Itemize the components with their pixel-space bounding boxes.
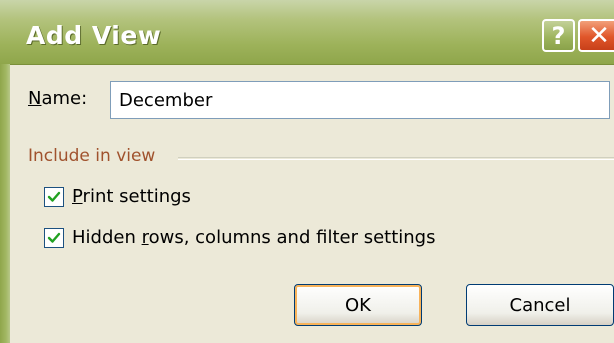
add-view-dialog: Add View ? ✕ Name: Include in view Print… bbox=[0, 0, 614, 343]
hidden-rows-label: Hidden rows, columns and filter settings bbox=[72, 227, 436, 248]
hidden-rows-checkbox[interactable] bbox=[44, 227, 64, 248]
print-settings-checkbox[interactable] bbox=[44, 186, 64, 207]
name-label: Name: bbox=[28, 88, 88, 109]
help-button[interactable]: ? bbox=[542, 19, 575, 52]
name-input[interactable] bbox=[110, 81, 610, 119]
close-button[interactable]: ✕ bbox=[578, 19, 614, 52]
print-settings-option[interactable]: Print settings bbox=[44, 186, 191, 207]
close-icon: ✕ bbox=[588, 20, 610, 51]
help-icon: ? bbox=[551, 21, 566, 50]
cancel-button[interactable]: Cancel bbox=[466, 284, 614, 326]
print-settings-label: Print settings bbox=[72, 186, 191, 207]
include-in-view-label: Include in view bbox=[28, 146, 164, 166]
dialog-title: Add View bbox=[26, 21, 162, 50]
window-border bbox=[0, 64, 10, 343]
title-bar: Add View ? ✕ bbox=[0, 0, 614, 65]
group-divider bbox=[178, 157, 614, 160]
checkmark-icon bbox=[47, 232, 61, 243]
ok-button[interactable]: OK bbox=[294, 284, 422, 326]
hidden-rows-option[interactable]: Hidden rows, columns and filter settings bbox=[44, 227, 435, 248]
checkmark-icon bbox=[47, 191, 61, 202]
